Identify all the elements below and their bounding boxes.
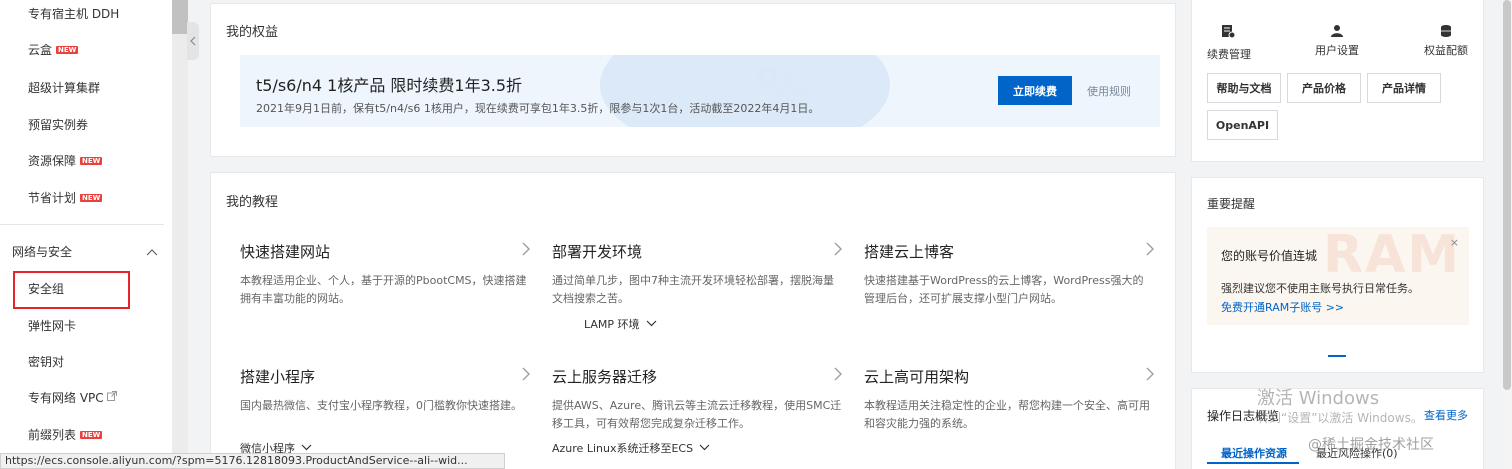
openapi-button[interactable]: OpenAPI <box>1207 110 1278 140</box>
tutorial-description: 本教程适用关注稳定性的企业，帮您构建一个安全、高可用和容灾能力强的系统。 <box>864 399 1150 430</box>
renew-icon[interactable] <box>1221 24 1236 39</box>
sidebar-divider <box>0 224 164 225</box>
sidebar-item-label: 专有网络 VPC <box>28 391 104 405</box>
sidebar-item-label: 专有宿主机 DDH <box>28 7 120 21</box>
quick-entry-label[interactable]: 续费管理 <box>1207 46 1251 62</box>
external-link-icon <box>106 391 117 404</box>
user-icon[interactable] <box>1330 24 1344 38</box>
tutorial-description: 国内最热微信、支付宝小程序教程，0门槛教你快速搭建。 <box>240 399 522 412</box>
tab-recent-resources[interactable]: 最近操作资源 <box>1221 445 1287 461</box>
tutorial-title: 云上高可用架构 <box>864 368 970 386</box>
sidebar-item-label: 预留实例券 <box>28 118 89 132</box>
quick-entry-label[interactable]: 权益配额 <box>1424 42 1468 58</box>
product-price-button[interactable]: 产品价格 <box>1287 73 1361 103</box>
tutorial-title: 云上服务器迁移 <box>552 368 658 386</box>
sidebar-item-savings-plan[interactable]: 节省计划 NEW <box>28 189 103 206</box>
ram-subaccount-link[interactable]: 免费开通RAM子账号 >> <box>1221 299 1344 315</box>
chevron-right-icon <box>834 366 842 385</box>
tutorial-title: 部署开发环境 <box>552 243 643 261</box>
sidebar: 专有宿主机 DDH 云盒 NEW 超级计算集群 预留实例券 资源保障 NEW 节… <box>0 0 172 469</box>
quota-icon[interactable] <box>1439 24 1453 38</box>
tutorial-option-select[interactable]: Azure Linux系统迁移至ECS <box>552 440 710 456</box>
chevron-right-icon <box>1146 241 1154 260</box>
notice-decor-text: RAM <box>1322 227 1461 285</box>
sidebar-item-eni[interactable]: 弹性网卡 <box>28 317 76 334</box>
sidebar-item-resource-guarantee[interactable]: 资源保障 NEW <box>28 152 103 169</box>
tutorial-item[interactable]: 搭建小程序 国内最热微信、支付宝小程序教程，0门槛教你快速搭建。 <box>240 366 530 415</box>
promo-title: t5/s6/n4 1核产品 限时续费1年3.5折 <box>256 76 523 95</box>
sidebar-group-label: 网络与安全 <box>12 245 73 259</box>
tutorial-title: 搭建小程序 <box>240 368 316 386</box>
sidebar-item-label: 超级计算集群 <box>28 81 101 95</box>
usage-rules-link[interactable]: 使用规则 <box>1087 83 1131 99</box>
tutorial-title: 快速搭建网站 <box>240 243 331 261</box>
sidebar-item-cloudbox[interactable]: 云盒 NEW <box>28 41 79 58</box>
notice-card-title: 您的账号价值连城 <box>1221 249 1318 263</box>
chevron-up-icon <box>146 245 158 259</box>
tab-active-indicator <box>1207 462 1299 464</box>
sidebar-item-label: 云盒 <box>28 43 53 57</box>
status-bar-url: https://ecs.console.aliyun.com/?spm=5176… <box>0 453 505 469</box>
sidebar-item-ddh[interactable]: 专有宿主机 DDH <box>28 5 119 22</box>
sidebar-group-network-security[interactable]: 网络与安全 <box>12 243 160 260</box>
tutorial-option-select[interactable]: LAMP 环境 <box>584 316 657 332</box>
tutorial-item[interactable]: 部署开发环境 通过简单几步，图中7种主流开发环境轻松部署，摆脱海量文档搜索之苦。 <box>552 241 842 308</box>
notice-title: 重要提醒 <box>1207 197 1256 211</box>
tutorial-description: 本教程适用企业、个人，基于开源的PbootCMS，快速搭建拥有丰富功能的网站。 <box>240 274 527 305</box>
notice-banner: RAM 您的账号价值连城 强烈建议您不使用主账号执行日常任务。 免费开通RAM子… <box>1207 227 1469 325</box>
promo-description: 2021年9月1日前，保有t5/n4/s6 1核用户，现在续费可享包1年3.5折… <box>256 102 820 115</box>
chevron-down-icon <box>646 319 657 330</box>
sidebar-item-supercomputing[interactable]: 超级计算集群 <box>28 79 100 96</box>
notice-card-description: 强烈建议您不使用主账号执行日常任务。 <box>1221 282 1419 295</box>
tutorial-item[interactable]: 云上高可用架构 本教程适用关注稳定性的企业，帮您构建一个安全、高可用和容灾能力强… <box>864 366 1154 433</box>
help-docs-button[interactable]: 帮助与文档 <box>1207 73 1281 103</box>
new-badge: NEW <box>80 430 103 439</box>
tutorial-title: 搭建云上博客 <box>864 243 955 261</box>
quick-entry-label[interactable]: 用户设置 <box>1315 42 1359 58</box>
tutorial-option-label: LAMP 环境 <box>584 318 640 331</box>
sidebar-item-keypair[interactable]: 密钥对 <box>28 353 64 370</box>
sidebar-item-reserved-instance[interactable]: 预留实例券 <box>28 116 88 133</box>
sidebar-scrollbar-thumb[interactable] <box>172 0 188 34</box>
chevron-down-icon <box>301 443 312 454</box>
chevron-right-icon <box>522 366 530 385</box>
promo-decor <box>600 55 890 127</box>
tutorial-option-label: Azure Linux系统迁移至ECS <box>552 442 694 455</box>
tutorial-description: 快速搭建基于WordPress的云上博客，WordPress强大的管理后台，还可… <box>864 274 1144 305</box>
product-details-button[interactable]: 产品详情 <box>1367 73 1441 103</box>
tutorials-title: 我的教程 <box>226 195 279 210</box>
carousel-indicator[interactable] <box>1328 355 1346 357</box>
tutorial-item[interactable]: 云上服务器迁移 提供AWS、Azure、腾讯云等主流云迁移教程，使用SMC迁移工… <box>552 366 842 433</box>
tutorial-item[interactable]: 搭建云上博客 快速搭建基于WordPress的云上博客，WordPress强大的… <box>864 241 1154 308</box>
sidebar-item-prefix-list[interactable]: 前缀列表 NEW <box>28 426 103 443</box>
juejin-watermark: @稀土掘金技术社区 <box>1308 437 1434 453</box>
sidebar-item-label: 资源保障 <box>28 154 77 168</box>
tutorial-item[interactable]: 快速搭建网站 本教程适用企业、个人，基于开源的PbootCMS，快速搭建拥有丰富… <box>240 241 530 308</box>
new-badge: NEW <box>56 45 79 54</box>
activate-windows-watermark-sub: 转到“设置”以激活 Windows。 <box>1257 411 1423 425</box>
view-more-link[interactable]: 查看更多 <box>1424 407 1468 423</box>
chevron-down-icon <box>699 443 710 454</box>
sidebar-item-label: 弹性网卡 <box>28 319 77 333</box>
chevron-right-icon <box>834 241 842 260</box>
sidebar-item-label: 前缀列表 <box>28 428 77 442</box>
collapse-sidebar-icon[interactable] <box>187 22 199 60</box>
renew-now-button[interactable]: 立即续费 <box>998 76 1072 105</box>
tutorial-description: 通过简单几步，图中7种主流开发环境轻松部署，摆脱海量文档搜索之苦。 <box>552 274 834 305</box>
close-icon[interactable]: × <box>1450 236 1459 249</box>
chevron-right-icon <box>522 241 530 260</box>
sidebar-scrollbar-track[interactable] <box>172 0 188 469</box>
chevron-right-icon <box>1146 366 1154 385</box>
benefits-title: 我的权益 <box>226 25 279 40</box>
page-scrollbar-thumb[interactable] <box>1503 0 1511 390</box>
new-badge: NEW <box>80 193 103 202</box>
highlight-box <box>13 271 130 309</box>
sidebar-item-label: 节省计划 <box>28 191 77 205</box>
sidebar-item-vpc[interactable]: 专有网络 VPC <box>28 389 117 406</box>
activate-windows-watermark: 激活 Windows <box>1257 388 1380 409</box>
sidebar-item-label: 密钥对 <box>28 355 65 369</box>
new-badge: NEW <box>80 156 103 165</box>
tutorial-description: 提供AWS、Azure、腾讯云等主流云迁移教程，使用SMC迁移工具，可有效帮您完… <box>552 399 842 430</box>
